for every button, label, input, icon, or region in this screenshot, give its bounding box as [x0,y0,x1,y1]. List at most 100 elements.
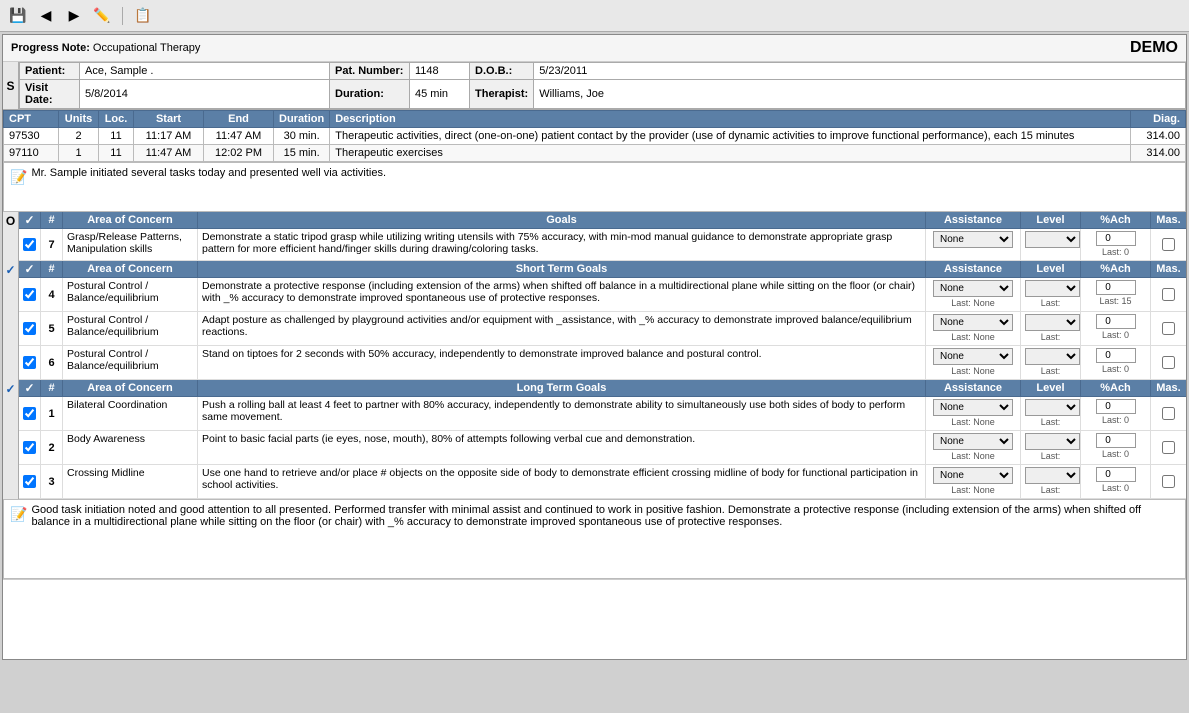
toolbar: 💾 ◀ ▶ ✏️ 📋 [0,0,1189,32]
goal-assist-select-st2[interactable]: None [933,348,1013,365]
goal-7-pct: Last: 0 [1081,229,1151,260]
goal-mas-check-st2[interactable] [1162,356,1175,369]
toolbar-separator [122,7,123,25]
patient-info-bar: S Patient: Ace, Sample . Pat. Number: 11… [3,62,1186,110]
goal-check-st0[interactable] [19,278,41,311]
export-icon[interactable]: 📋 [133,6,153,26]
goal-text-st0: Demonstrate a protective response (inclu… [198,278,926,311]
progress-note-type: Occupational Therapy [93,42,200,54]
goal-check-lt2[interactable] [19,465,41,498]
session-note-text: Mr. Sample initiated several tasks today… [31,167,386,179]
lt-level-header: Level [1021,380,1081,396]
duration-value: 45 min [410,80,470,109]
goal-row-st1: 5 Postural Control / Balance/equilibrium… [19,312,1186,346]
st-area-header: Area of Concern [63,261,198,277]
lt-rows-container: 1 Bilateral Coordination Push a rolling … [19,397,1186,499]
goal-7-mas-check[interactable] [1162,238,1175,251]
goal-assist-st1: None Last: None [926,312,1021,345]
goal-7-check[interactable] [19,229,41,260]
mas-header: Mas. [1151,212,1186,228]
goal-assist-st0: None Last: None [926,278,1021,311]
cpt-col-header: CPT [4,111,59,128]
goal-check-st2[interactable] [19,346,41,379]
goal-num-st2: 6 [41,346,63,379]
goal-num-lt1: 2 [41,431,63,464]
goal-7-pct-input[interactable] [1096,231,1136,246]
goal-mas-check-lt0[interactable] [1162,407,1175,420]
units-col-header: Units [59,111,99,128]
goal-level-select-lt0[interactable] [1025,399,1080,416]
goal-pct-st0: Last: 15 [1081,278,1151,311]
goal-row-st0: 4 Postural Control / Balance/equilibrium… [19,278,1186,312]
goal-num-lt0: 1 [41,397,63,430]
st-pct-header: %Ach [1081,261,1151,277]
pat-number: 1148 [410,63,470,80]
goal-pct-input-st2[interactable] [1096,348,1136,363]
goal-assist-select-lt0[interactable]: None [933,399,1013,416]
lt-goals-bottom-content: ✓ # Area of Concern Long Term Goals Assi… [19,380,1186,499]
lt-goals-header: Long Term Goals [198,380,926,396]
st-rows-container: 4 Postural Control / Balance/equilibrium… [19,278,1186,380]
bottom-empty-area [3,579,1186,659]
goal-row-st2: 6 Postural Control / Balance/equilibrium… [19,346,1186,380]
goal-level-select-st1[interactable] [1025,314,1080,331]
goals-header: Goals [198,212,926,228]
goal-mas-st2 [1151,346,1186,379]
end-col-header: End [204,111,274,128]
goal-check-lt0[interactable] [19,397,41,430]
goal-mas-check-lt1[interactable] [1162,441,1175,454]
st-marker: ✓ [3,261,19,380]
goal-mas-check-st0[interactable] [1162,288,1175,301]
save-icon[interactable]: 💾 [8,6,28,26]
goal-mas-lt0 [1151,397,1186,430]
goal-pct-input-lt1[interactable] [1096,433,1136,448]
goal-7-assist-select[interactable]: None [933,231,1013,248]
num-header: # [41,212,63,228]
goal-level-select-st0[interactable] [1025,280,1080,297]
goal-assist-select-lt2[interactable]: None [933,467,1013,484]
goal-row-lt0: 1 Bilateral Coordination Push a rolling … [19,397,1186,431]
goal-text-st2: Stand on tiptoes for 2 seconds with 50% … [198,346,926,379]
st-header-row: ✓ # Area of Concern Short Term Goals Ass… [19,261,1186,278]
s-marker: S [3,62,19,109]
goal-7-mas [1151,229,1186,260]
goal-level-select-lt2[interactable] [1025,467,1080,484]
goal-mas-check-lt2[interactable] [1162,475,1175,488]
goal-assist-st2: None Last: None [926,346,1021,379]
goal-assist-lt0: None Last: None [926,397,1021,430]
demo-label: DEMO [1130,39,1178,57]
lt-num-header: # [41,380,63,396]
goal-mas-check-st1[interactable] [1162,322,1175,335]
goal-7-area: Grasp/Release Patterns, Manipulation ski… [63,229,198,260]
lt-check-icon: ✓ [24,381,34,395]
description-col-header: Description [330,111,1131,128]
pencil-icon[interactable]: ✏️ [92,6,112,26]
goal-pct-input-lt0[interactable] [1096,399,1136,414]
goal-assist-lt2: None Last: None [926,465,1021,498]
goal-area-lt0: Bilateral Coordination [63,397,198,430]
goal-pct-input-st0[interactable] [1096,280,1136,295]
goal-7-number: 7 [41,229,63,260]
forward-icon[interactable]: ▶ [64,6,84,26]
goal-pct-input-lt2[interactable] [1096,467,1136,482]
goal-assist-select-lt1[interactable]: None [933,433,1013,450]
goal-check-st1[interactable] [19,312,41,345]
dob-label: D.O.B.: [470,63,534,80]
goal-7-level-select[interactable] [1025,231,1080,248]
goal-level-select-st2[interactable] [1025,348,1080,365]
visit-date-value: 5/8/2014 [80,80,330,109]
goal-assist-select-st0[interactable]: None [933,280,1013,297]
goal-level-select-lt1[interactable] [1025,433,1080,450]
st-assist-header: Assistance [926,261,1021,277]
area-header: Area of Concern [63,212,198,228]
goal-text-lt2: Use one hand to retrieve and/or place # … [198,465,926,498]
back-icon[interactable]: ◀ [36,6,56,26]
goal-assist-select-st1[interactable]: None [933,314,1013,331]
check-header: ✓ [19,212,41,228]
goal-mas-lt2 [1151,465,1186,498]
cpt-row-0: 9753021111:17 AM11:47 AM30 min.Therapeut… [4,128,1186,145]
goal-check-lt1[interactable] [19,431,41,464]
level-header: Level [1021,212,1081,228]
goal-pct-input-st1[interactable] [1096,314,1136,329]
lt-assist-header: Assistance [926,380,1021,396]
